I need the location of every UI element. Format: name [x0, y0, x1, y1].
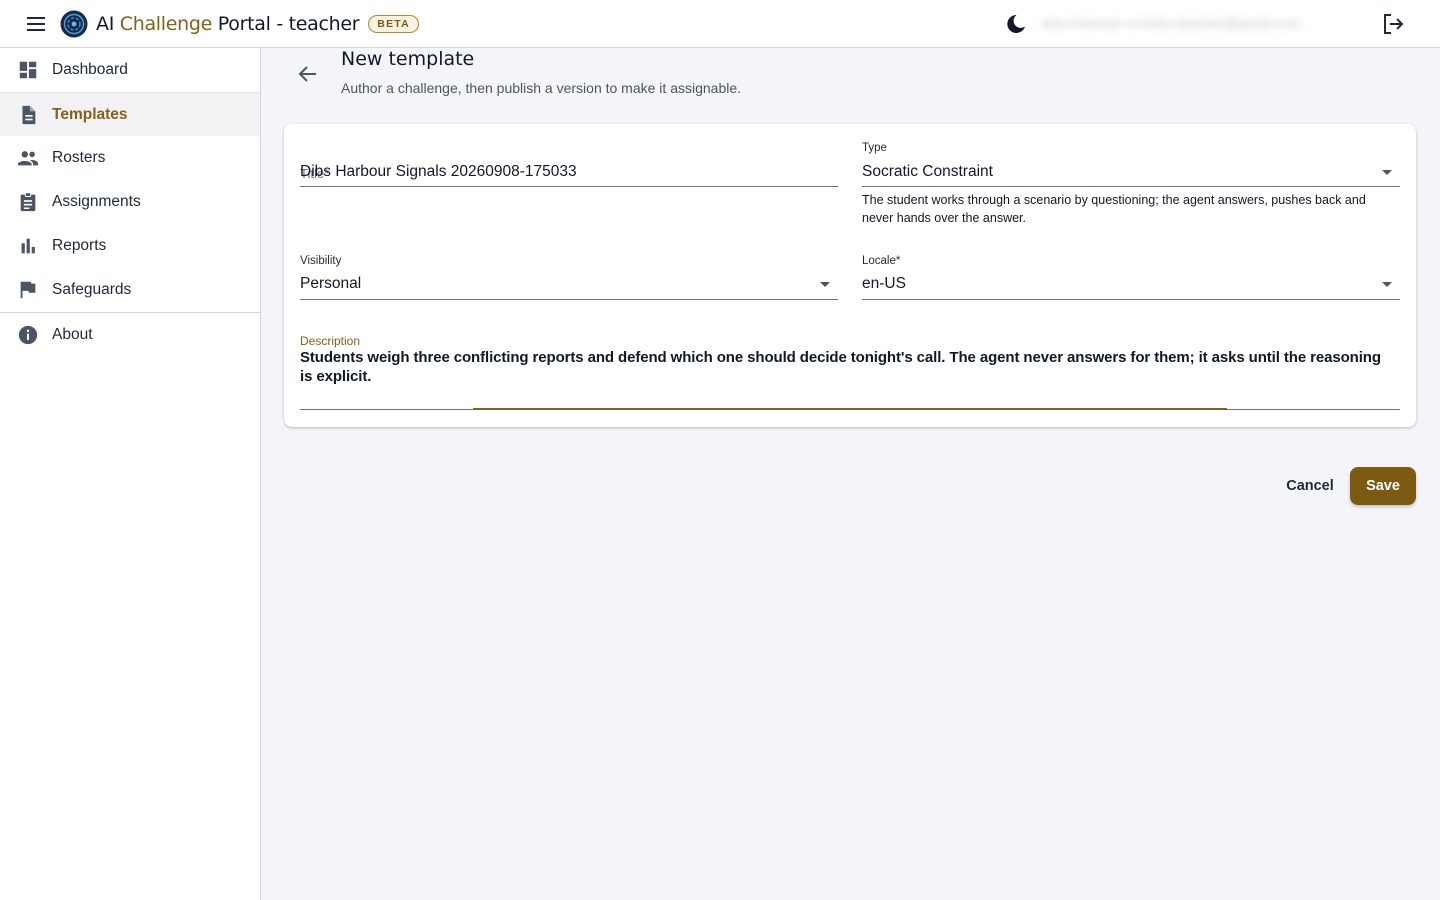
sidebar-item-reports[interactable]: Reports: [0, 224, 260, 268]
menu-icon[interactable]: [24, 12, 48, 36]
cancel-button[interactable]: Cancel: [1276, 470, 1344, 502]
people-icon: [17, 151, 39, 166]
visibility-label: Visibility: [300, 255, 342, 267]
sidebar: Dashboard Templates Rosters Assignments …: [0, 48, 261, 900]
sidebar-item-dashboard[interactable]: Dashboard: [0, 48, 260, 92]
title-input[interactable]: Dibs Harbour Signals 20260908-175033: [300, 163, 577, 181]
template-form-card: Title* Dibs Harbour Signals 20260908-175…: [284, 124, 1416, 427]
app-title: AI Challenge Portal - teacher: [96, 12, 360, 35]
sidebar-item-label: Templates: [52, 105, 128, 123]
sidebar-item-label: Dashboard: [52, 61, 128, 78]
description-field[interactable]: Description Students weigh three conflic…: [300, 334, 1400, 411]
save-button[interactable]: Save: [1350, 467, 1416, 505]
visibility-select[interactable]: Visibility Personal: [300, 255, 838, 301]
type-value: Socratic Constraint: [862, 163, 993, 180]
chevron-down-icon: [820, 282, 830, 287]
sidebar-item-label: Rosters: [52, 149, 106, 166]
visibility-value: Personal: [300, 275, 362, 292]
description-input[interactable]: Students weigh three conflicting reports…: [300, 348, 1390, 386]
chevron-down-icon: [1382, 170, 1392, 175]
sidebar-item-about[interactable]: About: [0, 313, 260, 357]
locale-select[interactable]: Locale* en-US: [862, 255, 1400, 301]
bar-chart-icon: [21, 238, 35, 254]
sidebar-item-assignments[interactable]: Assignments: [0, 180, 260, 224]
sidebar-item-label: Assignments: [52, 193, 141, 210]
description-label: Description: [300, 334, 361, 348]
sidebar-item-rosters[interactable]: Rosters: [0, 136, 260, 180]
logout-icon[interactable]: [1380, 11, 1406, 37]
beta-badge: BETA: [368, 14, 419, 33]
focus-underline: [473, 408, 1227, 410]
arrow-back-icon[interactable]: [296, 62, 320, 86]
sidebar-item-label: Reports: [52, 237, 107, 254]
sidebar-item-label: Safeguards: [52, 281, 132, 298]
moon-icon[interactable]: [1004, 12, 1028, 36]
sidebar-item-templates[interactable]: Templates: [0, 92, 260, 136]
sidebar-item-label: About: [52, 326, 93, 343]
sidebar-item-safeguards[interactable]: Safeguards: [0, 268, 260, 312]
top-app-bar: AI Challenge Portal - teacher BETA alex.…: [0, 0, 1440, 48]
clipboard-icon: [20, 192, 36, 212]
dashboard-icon: [19, 61, 37, 79]
type-hint: The student works through a scenario by …: [862, 193, 1366, 225]
type-label: Type: [862, 142, 887, 154]
locale-label: Locale*: [862, 255, 901, 267]
chevron-down-icon: [1382, 282, 1392, 287]
user-email: alex.freeman.sr.hebe.teacher@gmail.com: [1042, 14, 1302, 31]
locale-value: en-US: [862, 275, 906, 292]
flag-icon: [20, 281, 36, 299]
page-title: New template: [341, 48, 475, 70]
document-icon: [22, 105, 36, 124]
title-field[interactable]: Title* Dibs Harbour Signals 20260908-175…: [300, 154, 838, 188]
logo-icon: [60, 10, 88, 38]
info-icon: [18, 325, 38, 345]
page-subtitle: Author a challenge, then publish a versi…: [341, 80, 742, 96]
type-select[interactable]: Type Socratic Constraint: [862, 142, 1400, 188]
